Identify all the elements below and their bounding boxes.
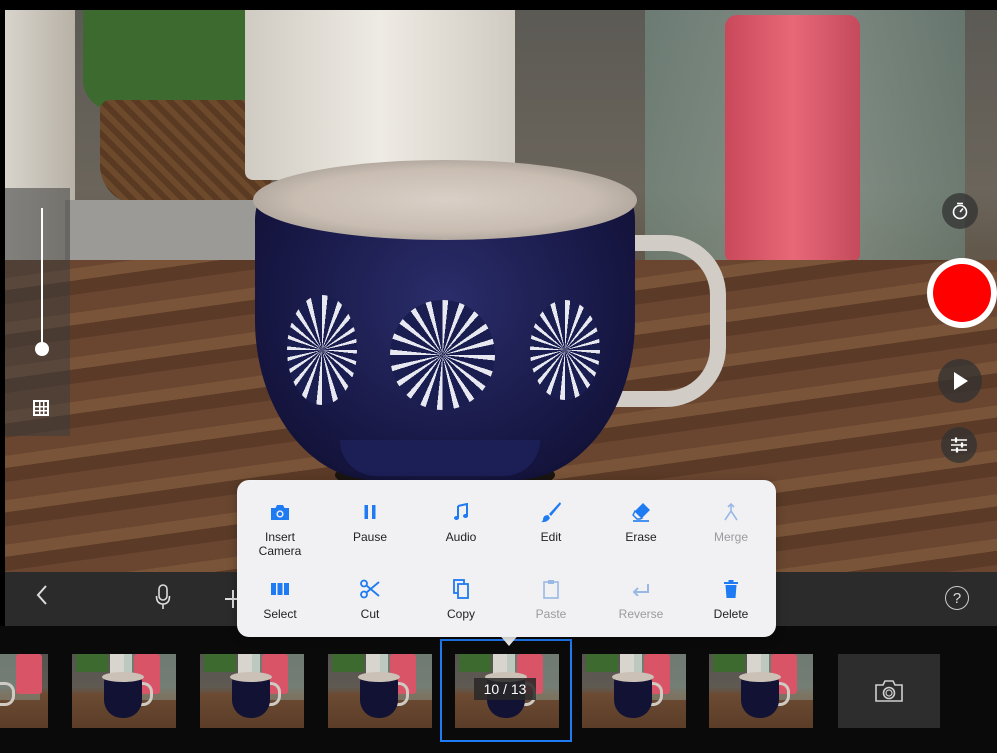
stop-motion-app: ? 10 / 13 Insert Camera Pause Audio Edit… (0, 0, 997, 753)
help-icon: ? (952, 589, 962, 607)
insert-camera-button[interactable]: Insert Camera (237, 500, 323, 558)
thumb-scene (230, 672, 272, 682)
thumb-scene (741, 676, 779, 718)
copy-button[interactable]: Copy (418, 577, 504, 621)
frame-thumbnail[interactable] (328, 654, 432, 728)
thumb-scene (104, 676, 142, 718)
chevron-left-icon (35, 584, 49, 606)
pause-icon (327, 500, 413, 524)
scissors-icon (327, 577, 413, 601)
timer-icon (951, 202, 969, 220)
menu-item-label: Copy (446, 607, 475, 621)
trash-icon (688, 577, 774, 601)
scene-plant (83, 10, 253, 110)
scene-cup-rim (253, 160, 637, 240)
camera-icon (237, 500, 323, 524)
thumb-scene (16, 654, 42, 694)
record-icon (933, 264, 991, 322)
scene-cup-pattern (287, 295, 357, 405)
scene-stove (245, 10, 515, 180)
brush-icon (508, 500, 594, 524)
merge-button[interactable]: Merge (688, 500, 774, 544)
frame-thumbnail[interactable] (709, 654, 813, 728)
zoom-slider-handle[interactable] (35, 341, 49, 356)
sliders-icon (949, 436, 969, 454)
thumb-scene (586, 654, 618, 672)
select-button[interactable]: Select (237, 577, 323, 621)
menu-item-label: Erase (625, 530, 657, 544)
reverse-button[interactable]: Reverse (598, 577, 684, 621)
record-button[interactable] (927, 258, 997, 328)
menu-item-label: Pause (352, 530, 388, 544)
microphone-button[interactable] (155, 584, 171, 610)
thumb-scene (614, 676, 652, 718)
play-button[interactable] (938, 359, 982, 403)
delete-button[interactable]: Delete (688, 577, 774, 621)
frame-thumbnail[interactable] (582, 654, 686, 728)
menu-item-label: Reverse (618, 607, 664, 621)
thumb-scene (358, 672, 400, 682)
frame-counter-badge: 10 / 13 (474, 678, 536, 700)
thumb-scene (713, 654, 745, 672)
thumb-scene (739, 672, 781, 682)
camera-icon (874, 679, 904, 703)
add-camera-frame-button[interactable] (838, 654, 940, 728)
copy-icon (418, 577, 504, 601)
menu-item-label: Edit (540, 530, 562, 544)
reverse-icon (598, 577, 684, 601)
microphone-icon (155, 584, 171, 610)
eraser-icon (598, 500, 684, 524)
menu-item-label: Merge (713, 530, 748, 544)
pause-button[interactable]: Pause (327, 500, 413, 544)
menu-item-label: Audio (445, 530, 477, 544)
timer-button[interactable] (942, 193, 978, 229)
frame-action-menu: Insert Camera Pause Audio Edit Erase Mer… (237, 480, 776, 637)
scene-cup-pattern (530, 300, 600, 400)
erase-button[interactable]: Erase (598, 500, 684, 544)
thumb-scene (232, 676, 270, 718)
thumb-scene (612, 672, 654, 682)
thumb-scene (102, 672, 144, 682)
cut-button[interactable]: Cut (327, 577, 413, 621)
scene-cup-pattern (390, 300, 495, 410)
zoom-slider-track[interactable] (41, 208, 43, 356)
select-frames-icon (237, 577, 323, 601)
clipboard-icon (508, 577, 594, 601)
menu-item-label: Delete (713, 607, 749, 621)
grid-icon[interactable] (33, 400, 49, 416)
edit-button[interactable]: Edit (508, 500, 594, 544)
thumb-scene (0, 682, 15, 706)
scene-pink-candle (725, 15, 860, 265)
merge-icon (688, 500, 774, 524)
thumb-scene (204, 654, 236, 672)
frame-thumbnail[interactable] (0, 654, 48, 728)
menu-item-label: Paste (535, 607, 567, 621)
thumb-scene (332, 654, 364, 672)
paste-button[interactable]: Paste (508, 577, 594, 621)
back-button[interactable] (35, 584, 49, 606)
audio-button[interactable]: Audio (418, 500, 504, 544)
frame-thumbnail[interactable] (72, 654, 176, 728)
frame-thumbnail[interactable] (200, 654, 304, 728)
scene-cup-foot (340, 440, 540, 476)
thumb-scene (360, 676, 398, 718)
help-button[interactable]: ? (945, 586, 969, 610)
menu-item-label: Select (263, 607, 297, 621)
music-note-icon (418, 500, 504, 524)
adjustments-button[interactable] (941, 427, 977, 463)
menu-item-label: Cut (360, 607, 380, 621)
zoom-panel (5, 188, 70, 436)
play-icon (951, 371, 969, 391)
thumb-scene (76, 654, 108, 672)
menu-item-label: Insert Camera (258, 530, 302, 558)
